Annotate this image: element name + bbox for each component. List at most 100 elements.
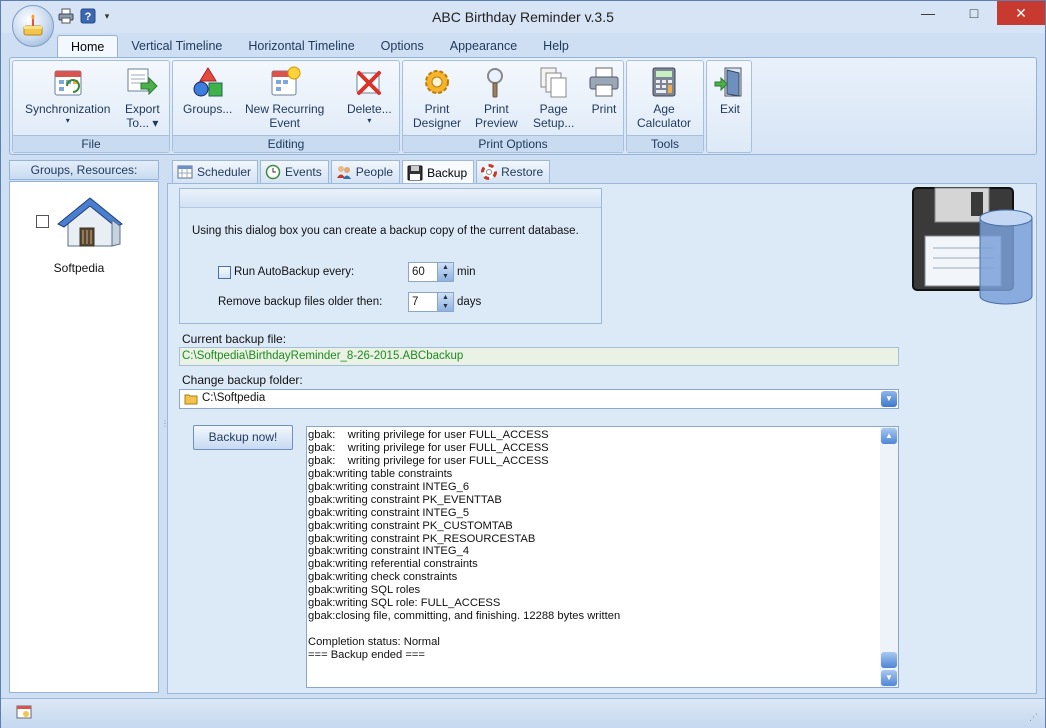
log-scrollbar[interactable]: ▲ ▼ [880,427,898,687]
remove-days-value: 7 [412,296,419,308]
delete-button[interactable]: Delete... ▾ [347,65,392,126]
tab-restore-label: Restore [501,165,544,179]
groups-button[interactable]: Groups... [183,65,232,116]
autobackup-interval-value: 60 [412,266,425,278]
log-line: gbak:writing SQL roles [308,584,421,597]
age-calculator-button[interactable]: Age Calculator [637,65,691,130]
ribbon-group-exit: Exit [706,60,752,153]
group-label-editing: Editing [173,135,399,152]
delete-icon [356,71,382,95]
log-line: gbak:writing constraint INTEG_4 [308,545,470,558]
page-setup-button[interactable]: Page Setup... [533,65,574,130]
calculator-icon [652,67,676,97]
house-icon[interactable] [54,194,126,254]
chevron-down-icon[interactable]: ▼ [881,391,897,407]
tab-restore[interactable]: Restore [476,160,551,183]
log-line: Completion status: Normal [308,636,440,648]
group-label-print-options: Print Options [403,135,623,152]
window-controls: — □ ✕ [905,1,1045,25]
print-label: Print [591,102,617,116]
synchronization-dropdown-icon: ▾ [65,116,70,125]
export-button[interactable]: Export To... ▾ [125,65,160,130]
exit-label: Exit [719,102,740,116]
ribbon-tab-horizontal-timeline[interactable]: Horizontal Timeline [235,35,367,58]
print-designer-label-line2: Designer [413,116,462,130]
calendar-grid-icon [177,165,193,179]
backup-now-button[interactable]: Backup now! [193,425,293,450]
log-line: gbak: writing privilege for user FULL_AC… [308,441,549,454]
app-menu-button[interactable] [12,5,54,47]
log-line: gbak:writing check constraints [308,571,458,584]
print-quick-button[interactable] [57,7,75,25]
pane-splitter-handle[interactable]: ⋮ [161,419,169,433]
remove-days-stepper[interactable]: 7 ▲ ▼ [408,292,454,312]
help-quick-button[interactable]: ? [79,7,97,25]
log-line: gbak: writing privilege for user FULL_AC… [308,429,549,441]
scroll-up-icon[interactable]: ▲ [881,428,897,444]
autobackup-checkbox[interactable] [218,266,231,279]
age-calculator-label-line2: Calculator [637,116,692,130]
scroll-down-icon[interactable]: ▼ [881,670,897,686]
recurring-event-icon [271,66,301,96]
stepper-arrows-icon[interactable]: ▲ ▼ [437,263,453,281]
log-line: gbak:writing SQL role: FULL_ACCESS [308,597,501,610]
remove-old-backups-label: Remove backup files older then: [218,296,383,308]
ribbon-tab-help[interactable]: Help [530,35,582,58]
tab-scheduler[interactable]: Scheduler [172,160,259,183]
backup-folder-select[interactable]: C:\Softpedia ▼ [179,389,899,409]
tab-people[interactable]: People [330,160,401,183]
print-preview-label-line1: Print [484,102,509,116]
exit-door-icon [714,67,742,97]
minimize-button[interactable]: — [905,1,951,25]
resource-label[interactable]: Softpedia [40,261,118,275]
status-app-icon [16,705,32,719]
stepper-arrows-icon[interactable]: ▲ ▼ [437,293,453,311]
synchronization-icon [54,70,82,96]
export-label-line1: Export [125,102,160,116]
autobackup-settings-box: Using this dialog box you can create a b… [179,188,602,324]
scrollbar-thumb[interactable] [881,652,897,668]
ribbon-tab-options[interactable]: Options [368,35,437,58]
pages-icon [540,67,567,98]
resource-checkbox[interactable] [36,215,49,228]
log-line: gbak: writing privilege for user FULL_AC… [308,454,549,467]
maximize-button[interactable]: □ [951,1,997,25]
app-window: ? ▾ ABC Birthday Reminder v.3.5 — □ ✕ Ho… [0,0,1046,728]
ribbon-tabs: Home Vertical Timeline Horizontal Timeli… [57,35,582,58]
customize-qat-button[interactable]: ▾ [101,7,113,25]
autobackup-interval-stepper[interactable]: 60 ▲ ▼ [408,262,454,282]
help-icon: ? [80,8,96,24]
print-designer-button[interactable]: Print Designer [413,65,461,130]
backup-log[interactable]: gbak: writing privilege for user FULL_AC… [306,426,899,688]
new-recurring-event-label-line2: Event [269,116,301,130]
new-recurring-event-button[interactable]: New Recurring Event [245,65,324,130]
change-backup-folder-label: Change backup folder: [182,373,303,387]
ribbon-tab-home[interactable]: Home [57,35,119,58]
exit-button[interactable]: Exit [713,65,747,116]
close-button[interactable]: ✕ [997,1,1045,25]
group-label-tools: Tools [627,135,703,152]
group-label-file: File [13,135,169,152]
current-backup-file-label: Current backup file: [182,332,287,346]
log-line: gbak:writing constraint INTEG_6 [308,480,470,493]
ribbon-tab-vertical-timeline[interactable]: Vertical Timeline [118,35,235,58]
tab-backup[interactable]: Backup [402,160,475,184]
resize-grip-icon[interactable]: ⋰ [1029,712,1041,724]
remove-days-unit: days [457,296,482,308]
status-bar: ⋰ [1,698,1045,728]
clock-icon [265,164,281,180]
ribbon-tab-appearance[interactable]: Appearance [437,35,530,58]
gear-icon [425,70,450,94]
tab-events[interactable]: Events [260,160,329,183]
print-preview-button[interactable]: Print Preview [475,65,518,130]
ribbon: Synchronization ▾ Export To... ▾ File Gr… [9,57,1037,155]
synchronization-button[interactable]: Synchronization ▾ [25,65,110,126]
print-button[interactable]: Print [587,65,621,116]
groups-resources-pane: Softpedia [9,181,159,693]
people-icon [336,166,351,179]
groups-label: Groups... [183,102,233,116]
cake-icon [23,14,43,36]
print-designer-label-line1: Print [424,102,450,116]
groups-icon [193,67,223,97]
new-recurring-event-label-line1: New Recurring [245,102,325,116]
